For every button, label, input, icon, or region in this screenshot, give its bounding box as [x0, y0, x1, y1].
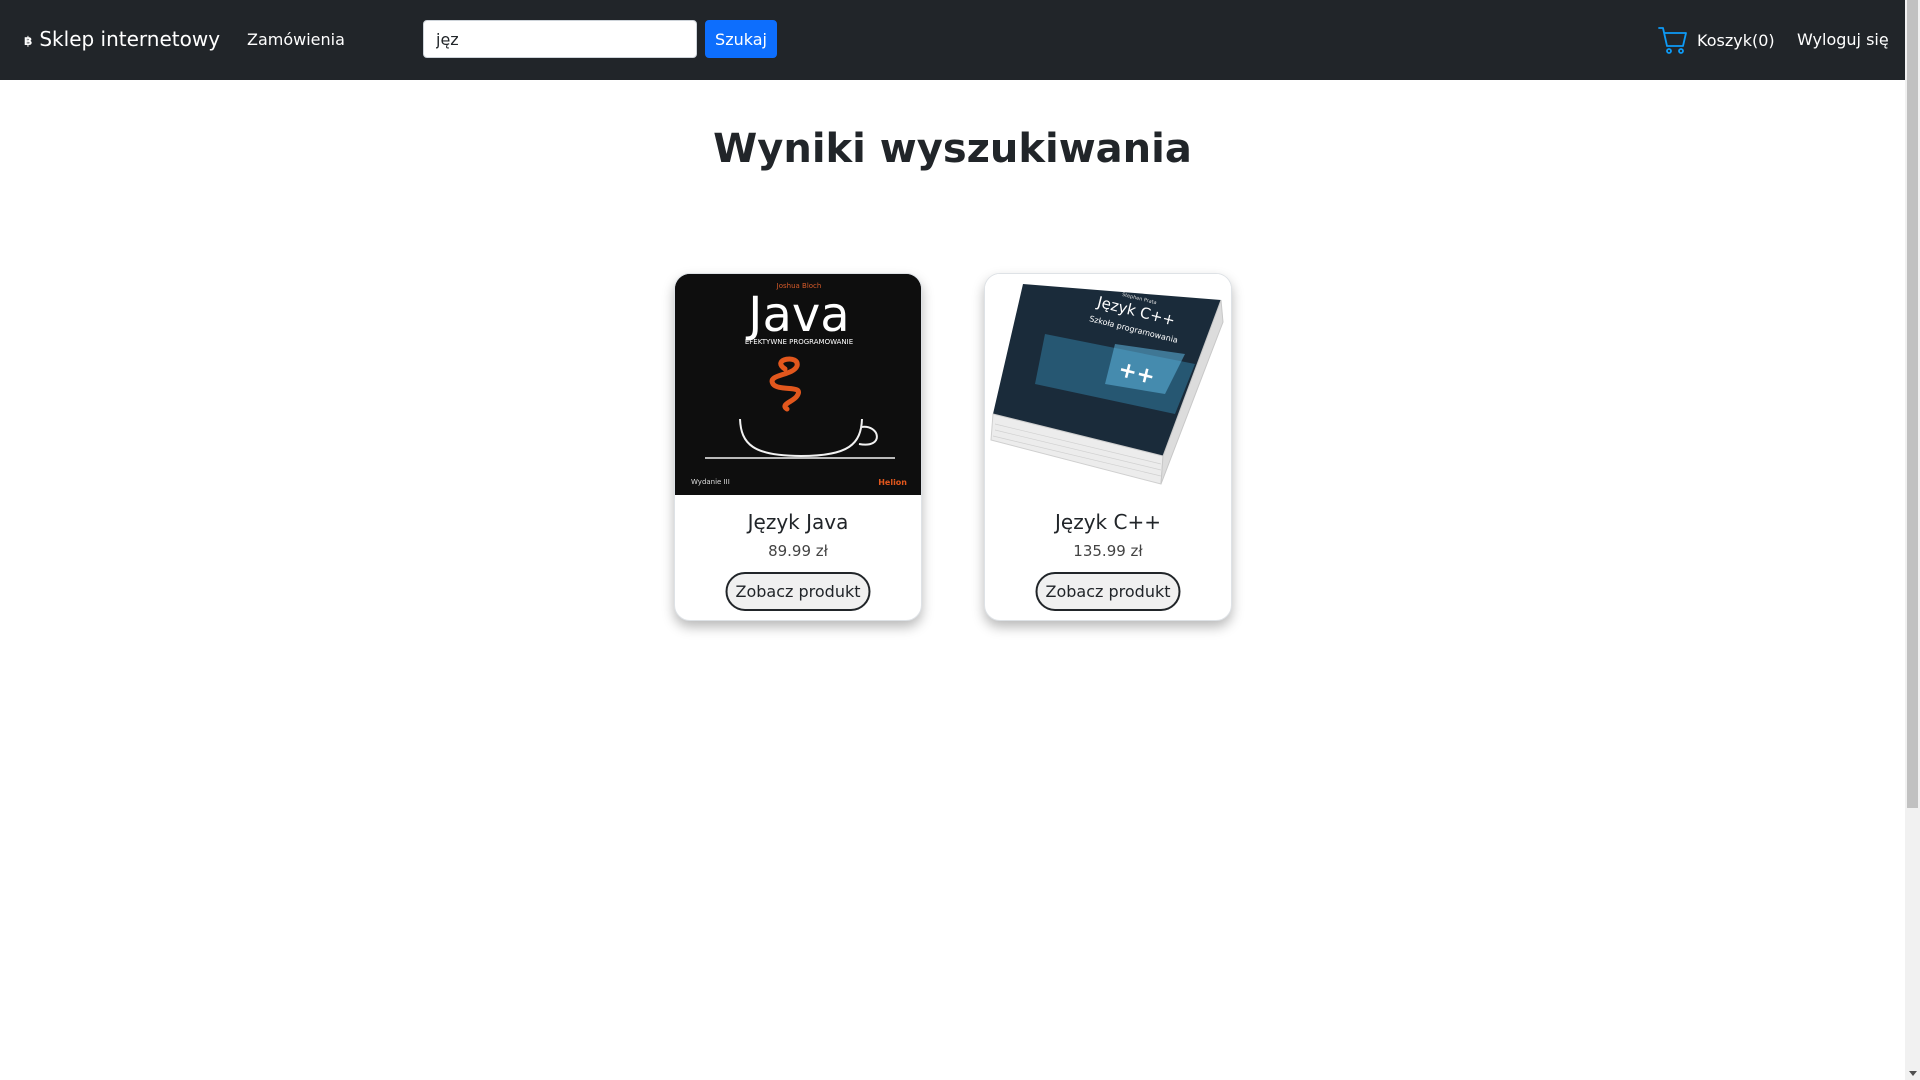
- svg-text:Wydanie III: Wydanie III: [691, 478, 730, 486]
- page-title: Wyniki wyszukiwania: [713, 126, 1192, 172]
- product-card: Język C++ Szkoła programowania Stephen P…: [984, 273, 1232, 621]
- java-cover-art: Joshua Bloch Java EFEKTYWNE PROGRAMOWANI…: [675, 274, 921, 495]
- svg-text:Helion: Helion: [878, 478, 907, 487]
- product-name: Język C++: [1055, 510, 1161, 534]
- view-product-button[interactable]: Zobacz produkt: [1035, 572, 1181, 611]
- view-product-button[interactable]: Zobacz produkt: [725, 572, 871, 611]
- product-price: 135.99 zł: [1073, 542, 1143, 560]
- product-image-java-cover[interactable]: Joshua Bloch Java EFEKTYWNE PROGRAMOWANI…: [675, 274, 921, 495]
- product-image-cpp-cover[interactable]: Język C++ Szkoła programowania Stephen P…: [985, 274, 1231, 495]
- product-card: Joshua Bloch Java EFEKTYWNE PROGRAMOWANI…: [674, 273, 922, 621]
- search-input[interactable]: [423, 20, 697, 58]
- svg-text:Java: Java: [745, 287, 849, 343]
- orders-link[interactable]: Zamówienia: [247, 30, 345, 49]
- page-scrollbar[interactable]: [1905, 0, 1920, 1080]
- cpp-book-art: Język C++ Szkoła programowania Stephen P…: [985, 274, 1231, 495]
- brand-link[interactable]: ฿ Sklep internetowy: [24, 27, 220, 51]
- logout-link[interactable]: Wyloguj się: [1797, 30, 1889, 49]
- cart-icon: [1658, 27, 1687, 54]
- brand-label: Sklep internetowy: [39, 27, 221, 51]
- product-price: 89.99 zł: [768, 542, 828, 560]
- svg-text:EFEKTYWNE PROGRAMOWANIE: EFEKTYWNE PROGRAMOWANIE: [745, 338, 853, 346]
- bitcoin-icon: ฿: [24, 34, 33, 48]
- product-name: Język Java: [747, 510, 849, 534]
- search-button[interactable]: Szukaj: [705, 20, 777, 58]
- scrollbar-thumb[interactable]: [1907, 0, 1918, 808]
- cart-label: Koszyk(0): [1697, 30, 1775, 50]
- scroll-down-arrow-icon[interactable]: [1909, 1071, 1917, 1076]
- cart-link[interactable]: Koszyk(0): [1657, 24, 1775, 56]
- top-navbar: ฿ Sklep internetowy Zamówienia Szukaj Ko…: [0, 0, 1905, 80]
